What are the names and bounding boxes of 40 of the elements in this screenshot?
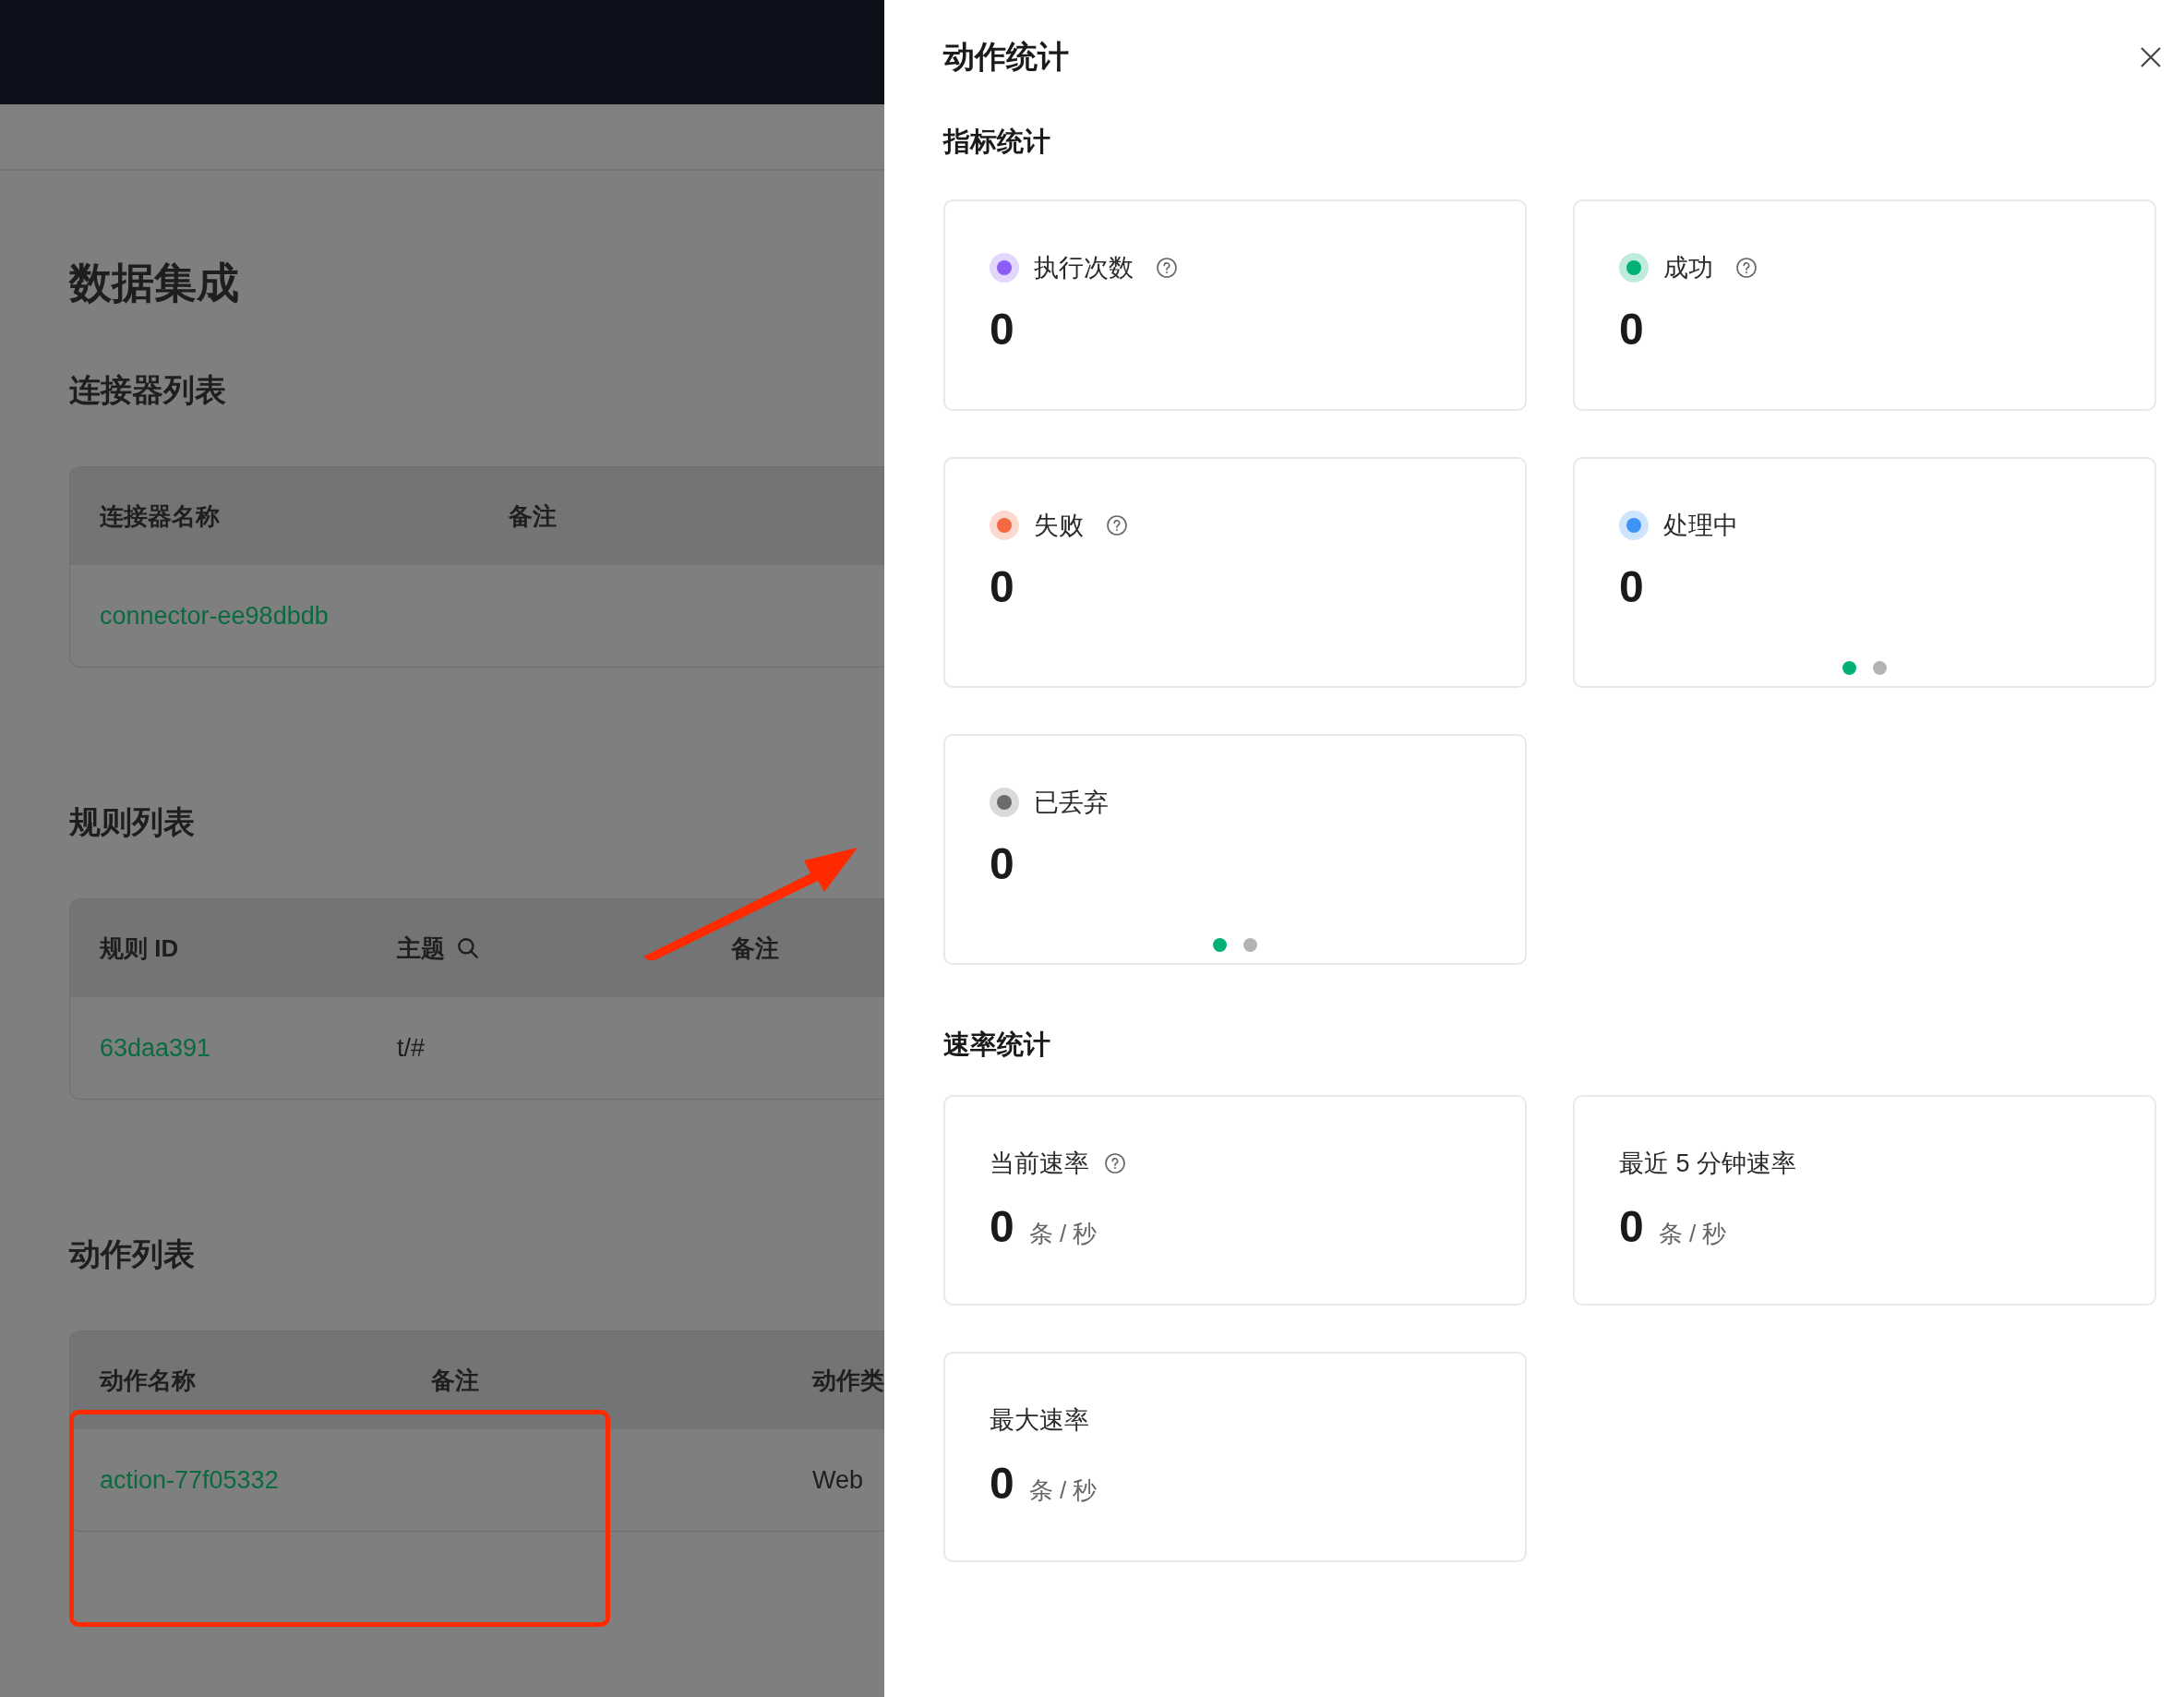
section-heading: 连接器列表 [69, 374, 227, 405]
rate-label: 当前速率 [990, 1149, 1089, 1179]
rate-value: 0 [990, 1461, 1014, 1506]
column-header: 规则 ID [100, 933, 179, 964]
rate-label: 最近 5 分钟速率 [1619, 1149, 1797, 1179]
rate-unit: 条 / 秒 [1658, 1218, 1727, 1249]
row-link[interactable]: action-77f05332 [100, 1465, 279, 1494]
metric-value: 0 [990, 307, 1015, 352]
rate-unit: 条 / 秒 [1028, 1474, 1098, 1506]
column-header: 动作名称 [100, 1365, 196, 1396]
column-header: 备注 [731, 933, 779, 964]
metric-value: 0 [1619, 307, 1645, 352]
section-heading: 速率统计 [943, 1031, 1051, 1058]
row-link[interactable]: 63daa391 [100, 1033, 211, 1062]
column-header: 主题 [397, 933, 445, 964]
rate-unit: 条 / 秒 [1028, 1218, 1098, 1249]
column-header: 备注 [431, 1365, 479, 1396]
table-cell: Web [812, 1465, 864, 1494]
section-heading: 规则列表 [69, 806, 196, 837]
section-heading: 动作列表 [69, 1238, 196, 1270]
metric-value: 0 [990, 564, 1015, 609]
row-link[interactable]: connector-ee98dbdb [100, 601, 329, 630]
metric-label: 处理中 [1663, 511, 1738, 541]
column-header: 备注 [509, 500, 557, 532]
page-title: 数据集成 [69, 261, 240, 304]
drawer-title: 动作统计 [943, 38, 1069, 76]
metric-label: 执行次数 [1034, 253, 1134, 283]
table-cell: t/# [397, 1033, 426, 1062]
column-header: 动作类 [812, 1365, 884, 1396]
metric-value: 0 [1619, 564, 1645, 609]
rate-label: 最大速率 [990, 1405, 1089, 1436]
rate-value: 0 [990, 1204, 1014, 1249]
metric-label: 失败 [1034, 511, 1084, 541]
metric-label: 已丢弃 [1034, 788, 1109, 818]
search-icon[interactable] [456, 936, 480, 960]
rate-value: 0 [1619, 1204, 1644, 1249]
metric-label: 成功 [1663, 253, 1713, 283]
column-header: 连接器名称 [100, 500, 220, 532]
section-heading: 指标统计 [943, 128, 1051, 155]
metric-value: 0 [990, 841, 1015, 886]
